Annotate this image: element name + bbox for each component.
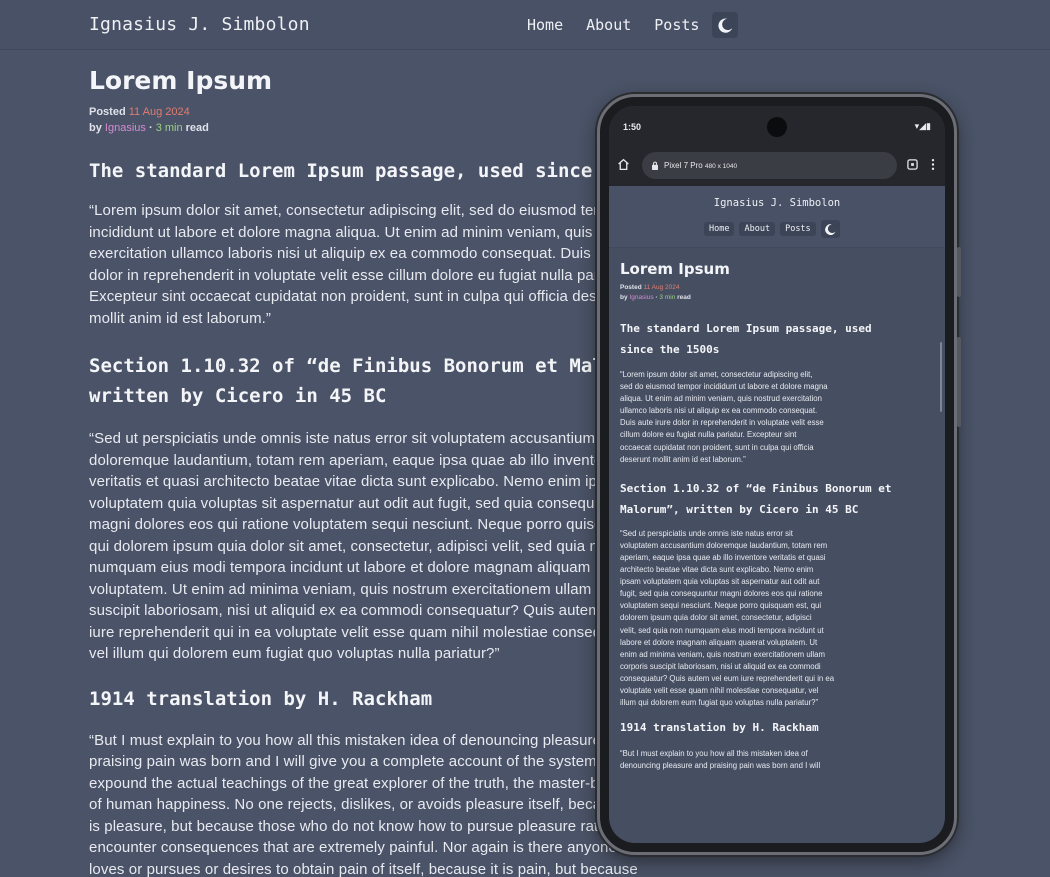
status-bar: 1:50 ▾◢▮ xyxy=(609,106,945,144)
home-icon[interactable] xyxy=(617,158,630,171)
mobile-section-paragraph: “Sed ut perspiciatis unde omnis iste nat… xyxy=(620,528,835,708)
mobile-section-heading: 1914 translation by H. Rackham xyxy=(620,721,819,735)
mobile-article: Lorem Ipsum Posted 11 Aug 2024 by Ignasi… xyxy=(620,260,938,772)
theme-toggle-button[interactable] xyxy=(712,12,739,38)
read-time: 3 min xyxy=(155,122,183,134)
by-label: by xyxy=(620,294,628,301)
menu-kebab-icon[interactable] xyxy=(930,158,936,171)
address-bar[interactable]: Pixel 7 Pro 480 x 1040 xyxy=(642,152,897,179)
mobile-site-header: Ignasius J. Simbolon Home About Posts xyxy=(609,186,945,248)
mobile-nav-home-link[interactable]: Home xyxy=(704,222,735,236)
lock-icon xyxy=(652,161,658,170)
nav-home-link[interactable]: Home xyxy=(527,16,563,34)
posted-label: Posted xyxy=(620,284,642,291)
mobile-post-meta: Posted 11 Aug 2024 by Ignasius · 3 min r… xyxy=(620,283,938,303)
mobile-theme-toggle-button[interactable] xyxy=(820,220,840,238)
phone-mockup: 1:50 ▾◢▮ Pixel 7 Pro 480 x 1040 Ignasius… xyxy=(597,94,961,855)
site-header: Ignasius J. Simbolon Home About Posts xyxy=(0,0,1050,50)
tabs-icon[interactable] xyxy=(907,159,918,170)
mobile-article-title: Lorem Ipsum xyxy=(620,260,730,278)
mobile-section-paragraph: “Lorem ipsum dolor sit amet, consectetur… xyxy=(620,370,828,464)
main-nav: Home About Posts xyxy=(527,12,739,38)
post-author[interactable]: Ignasius xyxy=(105,122,146,134)
power-button xyxy=(957,247,961,297)
read-time: 3 min xyxy=(659,294,676,301)
site-title[interactable]: Ignasius J. Simbolon xyxy=(89,14,310,35)
url-text: Pixel 7 Pro xyxy=(664,161,703,170)
volume-button xyxy=(957,337,961,427)
nav-posts-link[interactable]: Posts xyxy=(654,16,699,34)
status-icons: ▾◢▮ xyxy=(914,121,931,131)
mobile-section-heading: The standard Lorem Ipsum passage, used s… xyxy=(620,322,872,356)
posted-label: Posted xyxy=(89,106,126,118)
post-date: 11 Aug 2024 xyxy=(643,284,680,291)
read-label: read xyxy=(185,122,209,134)
mobile-nav-about-link[interactable]: About xyxy=(739,222,776,236)
nav-about-link[interactable]: About xyxy=(586,16,631,34)
status-time: 1:50 xyxy=(623,122,642,132)
mobile-scrollbar[interactable] xyxy=(940,342,942,412)
meta-separator: · xyxy=(148,122,153,134)
moon-icon xyxy=(718,18,733,33)
mobile-post-date-line: Posted 11 Aug 2024 xyxy=(620,283,938,293)
moon-icon xyxy=(824,223,836,235)
phone-screen: 1:50 ▾◢▮ Pixel 7 Pro 480 x 1040 Ignasius… xyxy=(609,106,945,843)
mobile-section-paragraph: “But I must explain to you how all this … xyxy=(620,749,821,771)
by-label: by xyxy=(89,122,102,134)
read-label: read xyxy=(677,294,691,301)
front-camera xyxy=(767,117,787,137)
post-date: 11 Aug 2024 xyxy=(128,106,190,118)
browser-toolbar: Pixel 7 Pro 480 x 1040 xyxy=(609,144,945,186)
url-dimensions: 480 x 1040 xyxy=(704,163,738,170)
mobile-site-title[interactable]: Ignasius J. Simbolon xyxy=(609,197,945,209)
meta-separator: · xyxy=(655,294,658,301)
mobile-section-heading: Section 1.10.32 of “de Finibus Bonorum e… xyxy=(620,481,892,516)
mobile-nav-posts-link[interactable]: Posts xyxy=(780,222,816,236)
mobile-nav: Home About Posts xyxy=(704,220,840,238)
post-author[interactable]: Ignasius xyxy=(629,294,653,301)
mobile-post-author-line: by Ignasius · 3 min read xyxy=(620,293,938,303)
